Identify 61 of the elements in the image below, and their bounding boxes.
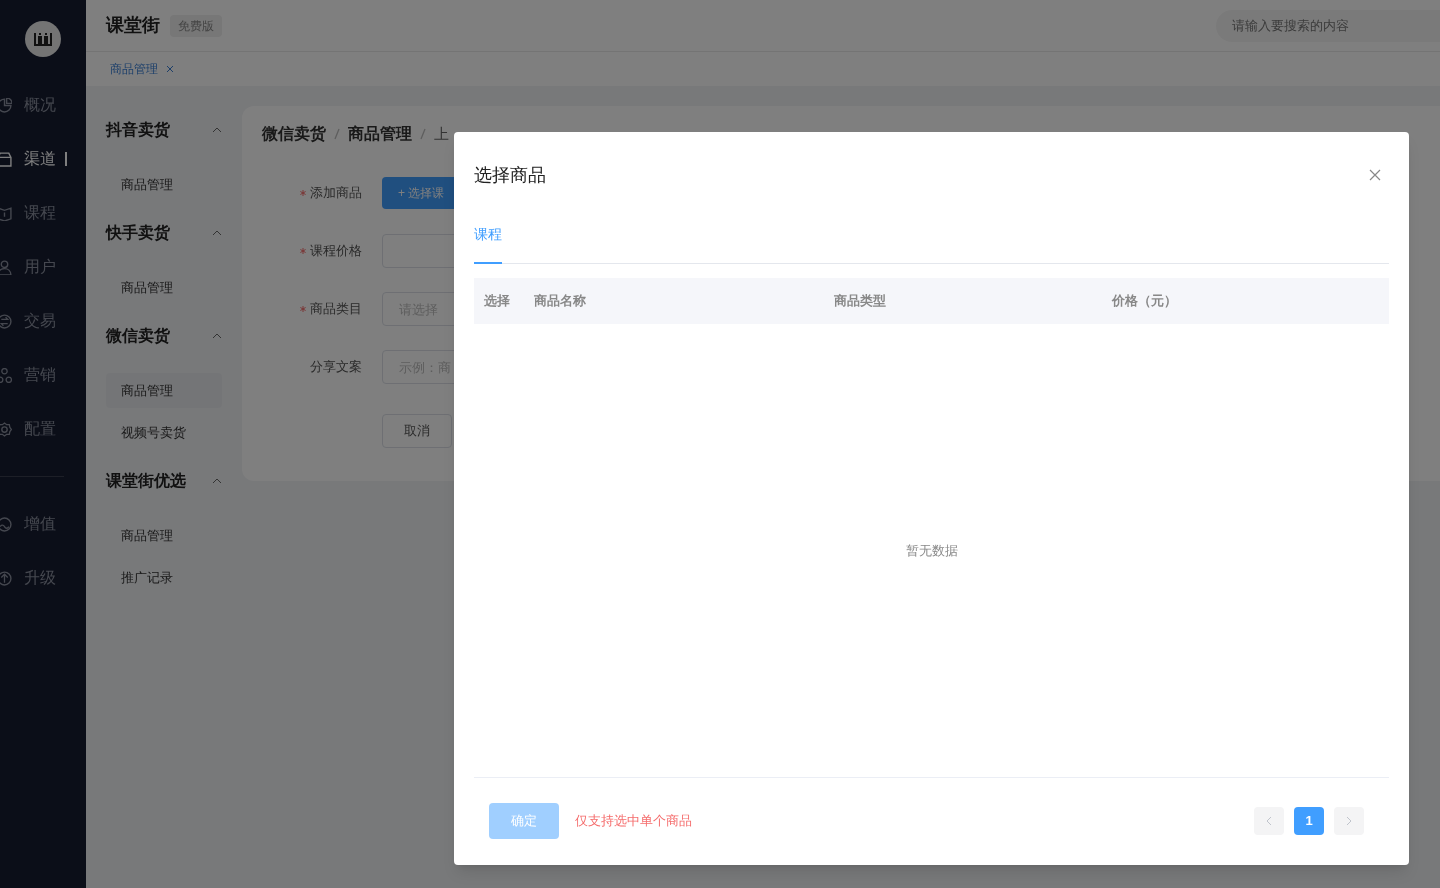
nav-item[interactable]: 增值 — [0, 497, 86, 551]
cancel-button[interactable]: 取消 — [382, 414, 452, 448]
submenu-item[interactable]: 商品管理 — [106, 270, 222, 305]
chevron-icon[interactable] — [212, 333, 222, 339]
nav-item[interactable]: 营销 — [0, 348, 86, 402]
nav-item[interactable]: 交易 — [0, 294, 86, 348]
chevron-left-icon — [1266, 815, 1272, 826]
cloud-icon — [0, 516, 12, 532]
menu-group-title: 课堂街优选 — [106, 471, 186, 491]
chevron-icon[interactable] — [212, 478, 222, 484]
close-icon[interactable] — [166, 65, 174, 73]
breadcrumb-item[interactable]: 上 — [434, 122, 449, 146]
nav-item[interactable]: 升级 — [0, 551, 86, 605]
slash-separator-icon — [419, 127, 427, 141]
exchange-icon — [0, 313, 12, 329]
field-label: 添加商品 — [310, 184, 362, 203]
chevron-icon[interactable] — [212, 230, 222, 236]
settings-icon — [0, 421, 12, 437]
submenu-item[interactable]: 商品管理 — [106, 167, 222, 202]
dialog-tab[interactable]: 课程 — [474, 224, 502, 264]
user-icon — [0, 259, 12, 275]
logo-icon — [25, 21, 61, 57]
column-header: 商品类型 — [834, 292, 887, 311]
column-header: 选择 — [483, 292, 511, 311]
menu-group-title: 快手卖货 — [106, 223, 170, 244]
submenu-item[interactable]: 商品管理 — [106, 373, 222, 408]
page-tab[interactable]: 商品管理 — [110, 60, 174, 78]
upload-icon — [0, 570, 12, 586]
field-label: 课程价格 — [310, 242, 362, 261]
submenu-item[interactable]: 视频号卖货 — [106, 415, 222, 450]
breadcrumb-item[interactable]: 微信卖货 — [262, 122, 326, 146]
slash-separator-icon — [333, 127, 341, 141]
pie-chart-icon — [0, 97, 12, 113]
menu-group-title: 抖音卖货 — [106, 120, 170, 141]
chevron-right-icon — [1346, 815, 1352, 826]
required-icon — [300, 306, 306, 312]
brand-name: 课堂街 — [106, 14, 160, 37]
menu-group-title: 微信卖货 — [106, 326, 170, 347]
chevron-icon[interactable] — [212, 127, 222, 133]
page-button[interactable]: 1 — [1294, 806, 1324, 835]
field-label: 分享文案 — [310, 358, 362, 377]
submenu-item[interactable]: 商品管理 — [106, 518, 222, 553]
active-indicator — [65, 152, 67, 166]
required-icon — [300, 248, 306, 254]
field-label: 商品类目 — [310, 300, 362, 319]
nav-item[interactable]: 课程 — [0, 186, 86, 240]
submenu-item[interactable]: 推广记录 — [106, 560, 222, 595]
dialog-title: 选择商品 — [474, 163, 546, 187]
nav-item[interactable]: 用户 — [0, 240, 86, 294]
close-icon[interactable] — [1369, 169, 1381, 181]
nav-item[interactable]: 渠道 — [0, 132, 86, 186]
store-icon — [0, 151, 12, 167]
required-icon — [300, 190, 306, 196]
book-icon — [0, 205, 12, 221]
empty-text: 暂无数据 — [905, 541, 958, 560]
column-header: 价格（元） — [1112, 292, 1178, 311]
selection-note: 仅支持选中单个商品 — [575, 811, 692, 830]
nav-item[interactable]: 概况 — [0, 78, 86, 132]
nodes-icon — [0, 367, 12, 383]
column-header: 商品名称 — [534, 292, 587, 311]
breadcrumb-item[interactable]: 商品管理 — [348, 122, 412, 146]
